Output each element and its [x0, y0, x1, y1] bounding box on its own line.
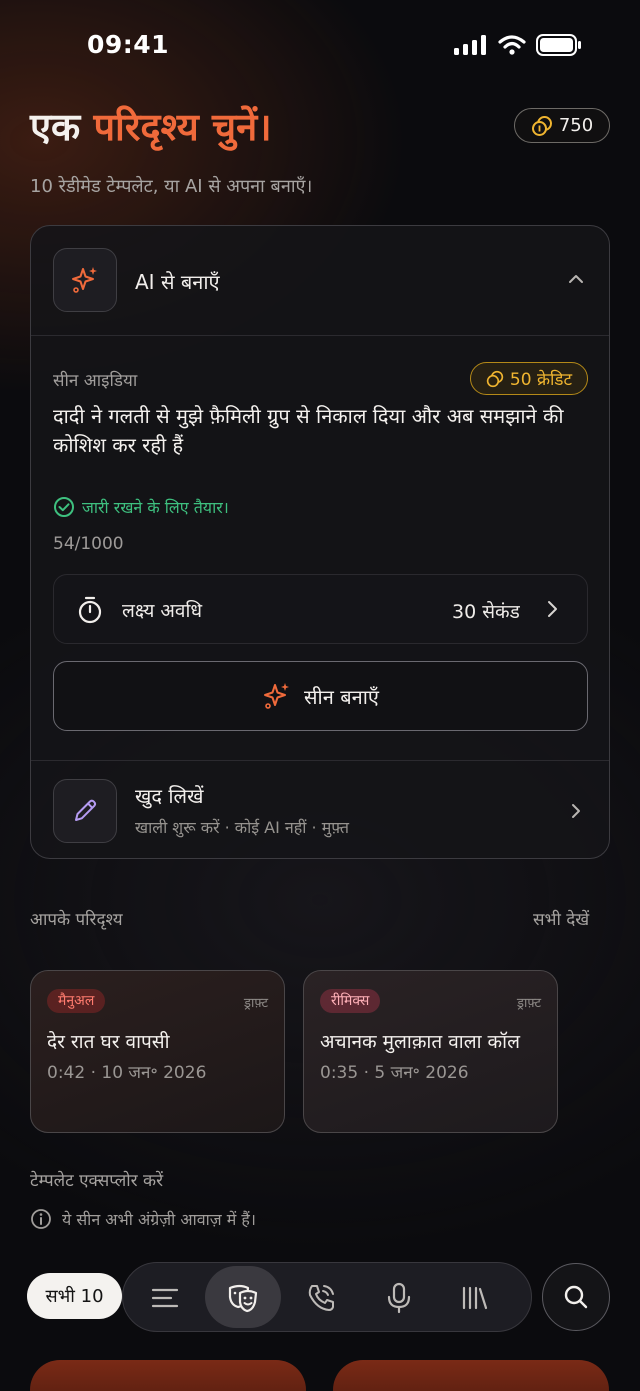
nav-scenarios-button[interactable] [219, 1274, 267, 1322]
coins-icon [486, 370, 504, 387]
battery-icon [536, 34, 581, 56]
write-yourself-subtitle: खाली शुरू करें · कोई AI नहीं · मुफ़्त [135, 818, 350, 837]
language-info-text: ये सीन अभी अंग्रेज़ी आवाज़ में हैं। [62, 1210, 256, 1229]
search-icon [564, 1285, 588, 1309]
credits-balance-pill[interactable]: 750 [514, 108, 610, 143]
nav-voice-button[interactable] [375, 1274, 423, 1322]
write-yourself-title[interactable]: खुद लिखें [135, 782, 203, 809]
sparkle-icon [264, 683, 290, 709]
create-scene-button[interactable]: सीन बनाएँ [53, 661, 588, 731]
ready-text: जारी रखने के लिए तैयार। [82, 498, 229, 517]
stopwatch-icon [78, 596, 102, 624]
template-card[interactable] [30, 1360, 306, 1391]
check-circle-icon [54, 497, 74, 517]
credit-cost-label: 50 क्रेडिट [509, 370, 573, 390]
sparkle-icon [72, 267, 97, 293]
ai-create-card: AI से बनाएँ सीन आइडिया 50 क्रेडिट दादी न… [30, 225, 610, 859]
chevron-up-icon[interactable] [567, 270, 585, 288]
wifi-icon [498, 35, 526, 55]
library-icon [462, 1286, 488, 1310]
ai-create-title[interactable]: AI से बनाएँ [135, 268, 220, 295]
card-divider [31, 760, 609, 761]
theater-masks-icon [228, 1284, 258, 1313]
scenario-status: ड्राफ़्ट [517, 996, 541, 1011]
phone-call-icon [308, 1285, 334, 1311]
nav-library-button[interactable] [451, 1274, 499, 1322]
scenario-tag: रीमिक्स [320, 989, 381, 1013]
template-card[interactable] [333, 1360, 609, 1391]
character-counter: 54/1000 [53, 534, 124, 554]
scenario-status: ड्राफ़्ट [244, 996, 268, 1011]
credit-cost-badge: 50 क्रेडिट [470, 362, 588, 395]
credits-value: 750 [558, 115, 594, 136]
card-divider [31, 335, 609, 336]
idea-label: सीन आइडिया [53, 371, 138, 391]
scenario-card[interactable]: रीमिक्स ड्राफ़्ट अचानक मुलाक़ात वाला कॉल… [303, 970, 558, 1133]
coins-icon [531, 115, 552, 136]
list-icon [151, 1288, 179, 1308]
page-title-plain: एक [30, 105, 94, 149]
status-icons [454, 34, 582, 56]
pencil-icon-box[interactable] [53, 779, 117, 843]
page-title: एक परिदृश्य चुनें। [30, 100, 272, 152]
create-scene-label: सीन बनाएँ [304, 684, 379, 709]
see-all-link[interactable]: सभी देखें [533, 907, 589, 930]
chevron-right-icon [548, 601, 557, 617]
scenario-title: देर रात घर वापसी [47, 1031, 170, 1053]
scenario-title: अचानक मुलाक़ात वाला कॉल [320, 1031, 520, 1053]
scenario-tag: मैनुअल [47, 989, 106, 1013]
bottom-nav-bar [122, 1262, 532, 1332]
duration-value: 30 सेकंड [452, 601, 520, 623]
search-button[interactable] [542, 1263, 610, 1331]
microphone-icon [387, 1282, 411, 1314]
page-subtitle: 10 रेडीमेड टेम्पलेट, या AI से अपना बनाएँ… [30, 176, 313, 197]
all-filter-pill[interactable]: सभी 10 [27, 1273, 122, 1319]
info-icon [31, 1209, 51, 1229]
nav-list-button[interactable] [141, 1274, 189, 1322]
pencil-icon [75, 799, 97, 821]
your-scenarios-label: आपके परिदृश्य [30, 910, 123, 930]
target-duration-row[interactable]: लक्ष्य अवधि 30 सेकंड [53, 574, 588, 644]
scenario-meta: 0:42 · 10 जन॰ 2026 [47, 1063, 207, 1083]
scenario-meta: 0:35 · 5 जन॰ 2026 [320, 1063, 469, 1083]
scenario-card[interactable]: मैनुअल ड्राफ़्ट देर रात घर वापसी 0:42 · … [30, 970, 285, 1133]
idea-textarea[interactable]: दादी ने गलती से मुझे फ़ैमिली ग्रुप से नि… [53, 402, 593, 460]
page-title-accent: परिदृश्य चुनें। [93, 105, 272, 149]
duration-label: लक्ष्य अवधि [122, 600, 203, 622]
language-info: ये सीन अभी अंग्रेज़ी आवाज़ में हैं। [30, 1208, 256, 1230]
explore-templates-label: टेम्पलेट एक्सप्लोर करें [30, 1171, 164, 1191]
ready-status: जारी रखने के लिए तैयार। [53, 496, 229, 518]
cellular-signal-icon [454, 35, 486, 55]
chevron-right-icon[interactable] [569, 802, 583, 820]
nav-calls-button[interactable] [297, 1274, 345, 1322]
status-time: 09:41 [87, 30, 170, 59]
sparkle-icon-box [53, 248, 117, 312]
